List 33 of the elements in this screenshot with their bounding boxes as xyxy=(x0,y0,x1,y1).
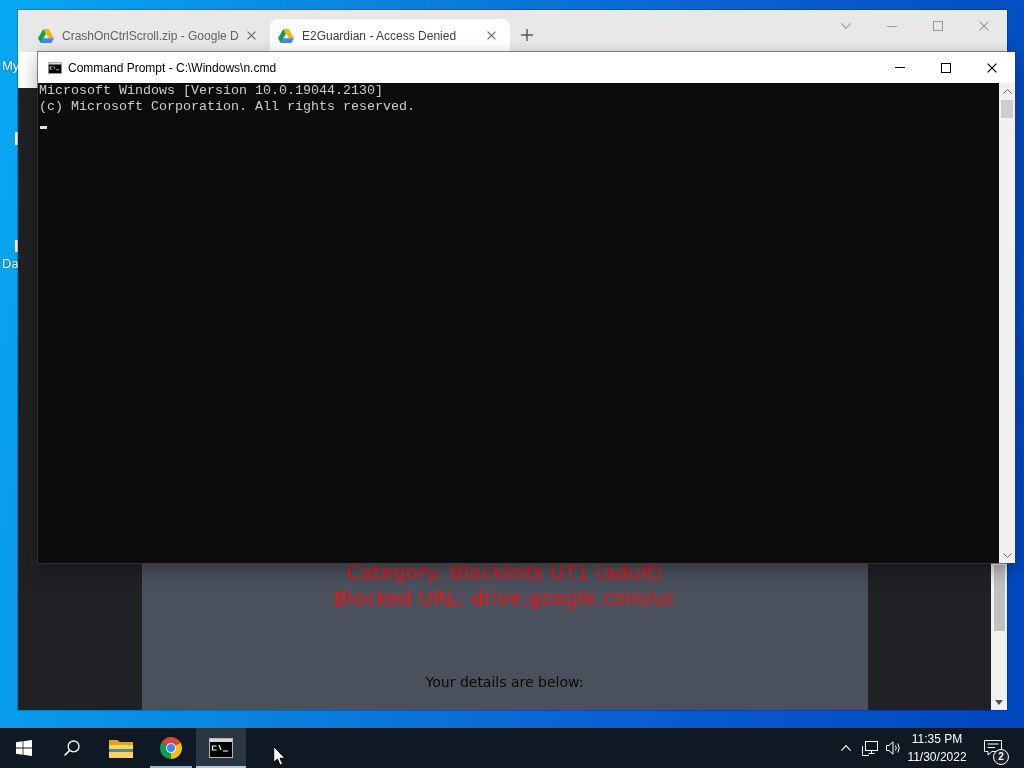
close-icon[interactable] xyxy=(987,62,997,73)
arrow-down-icon[interactable] xyxy=(995,700,1003,705)
plus-icon[interactable] xyxy=(521,29,533,41)
folder-icon xyxy=(109,738,133,758)
window-title: Command Prompt - C:\Windows\n.cmd xyxy=(68,60,277,75)
console-area[interactable]: Microsoft Windows [Version 10.0.19044.2130] (c) Microsoft Corporation. All rights reserved. xyxy=(38,83,999,563)
text-cursor-icon xyxy=(40,126,47,129)
network-icon[interactable] xyxy=(862,740,878,756)
notification-badge: 2 xyxy=(993,749,1009,765)
mouse-pointer-icon xyxy=(273,746,286,766)
window-tiles-icon[interactable] xyxy=(16,740,32,756)
tricolor-triangle-icon xyxy=(278,28,294,43)
maximize-icon[interactable] xyxy=(941,62,951,73)
scrollbar-thumb[interactable] xyxy=(1001,100,1013,118)
taskbar-button[interactable] xyxy=(196,728,246,768)
console-output-line: Microsoft Windows [Version 10.0.19044.2130] xyxy=(39,83,383,99)
scrollbar-thumb[interactable] xyxy=(993,565,1005,631)
console-window-icon xyxy=(48,61,62,74)
clock-time[interactable]: 11:35 PM xyxy=(911,730,963,748)
scrollbar-track[interactable] xyxy=(999,83,1015,563)
tricolor-triangle-icon xyxy=(38,28,54,43)
chevron-down-icon[interactable] xyxy=(1002,553,1012,558)
scrollbar-track[interactable] xyxy=(991,563,1007,710)
blocked-message: Blocked URL: drive.google.com/uc xyxy=(333,585,676,611)
console-output-line: (c) Microsoft Corporation. All rights reserved. xyxy=(39,99,415,115)
console-window-icon xyxy=(209,738,233,758)
browser-tab[interactable]: CrashOnCtrlScroll.zip - Google D xyxy=(30,19,270,52)
search-icon[interactable] xyxy=(64,740,80,756)
details-heading: Your details are below: xyxy=(425,673,584,692)
browser-tab[interactable]: E2Guardian - Access Denied xyxy=(270,19,510,52)
clock-date[interactable]: 11/30/2022 xyxy=(907,748,967,766)
tricolor-circle-icon xyxy=(160,737,182,759)
speaker-icon[interactable] xyxy=(885,741,901,755)
